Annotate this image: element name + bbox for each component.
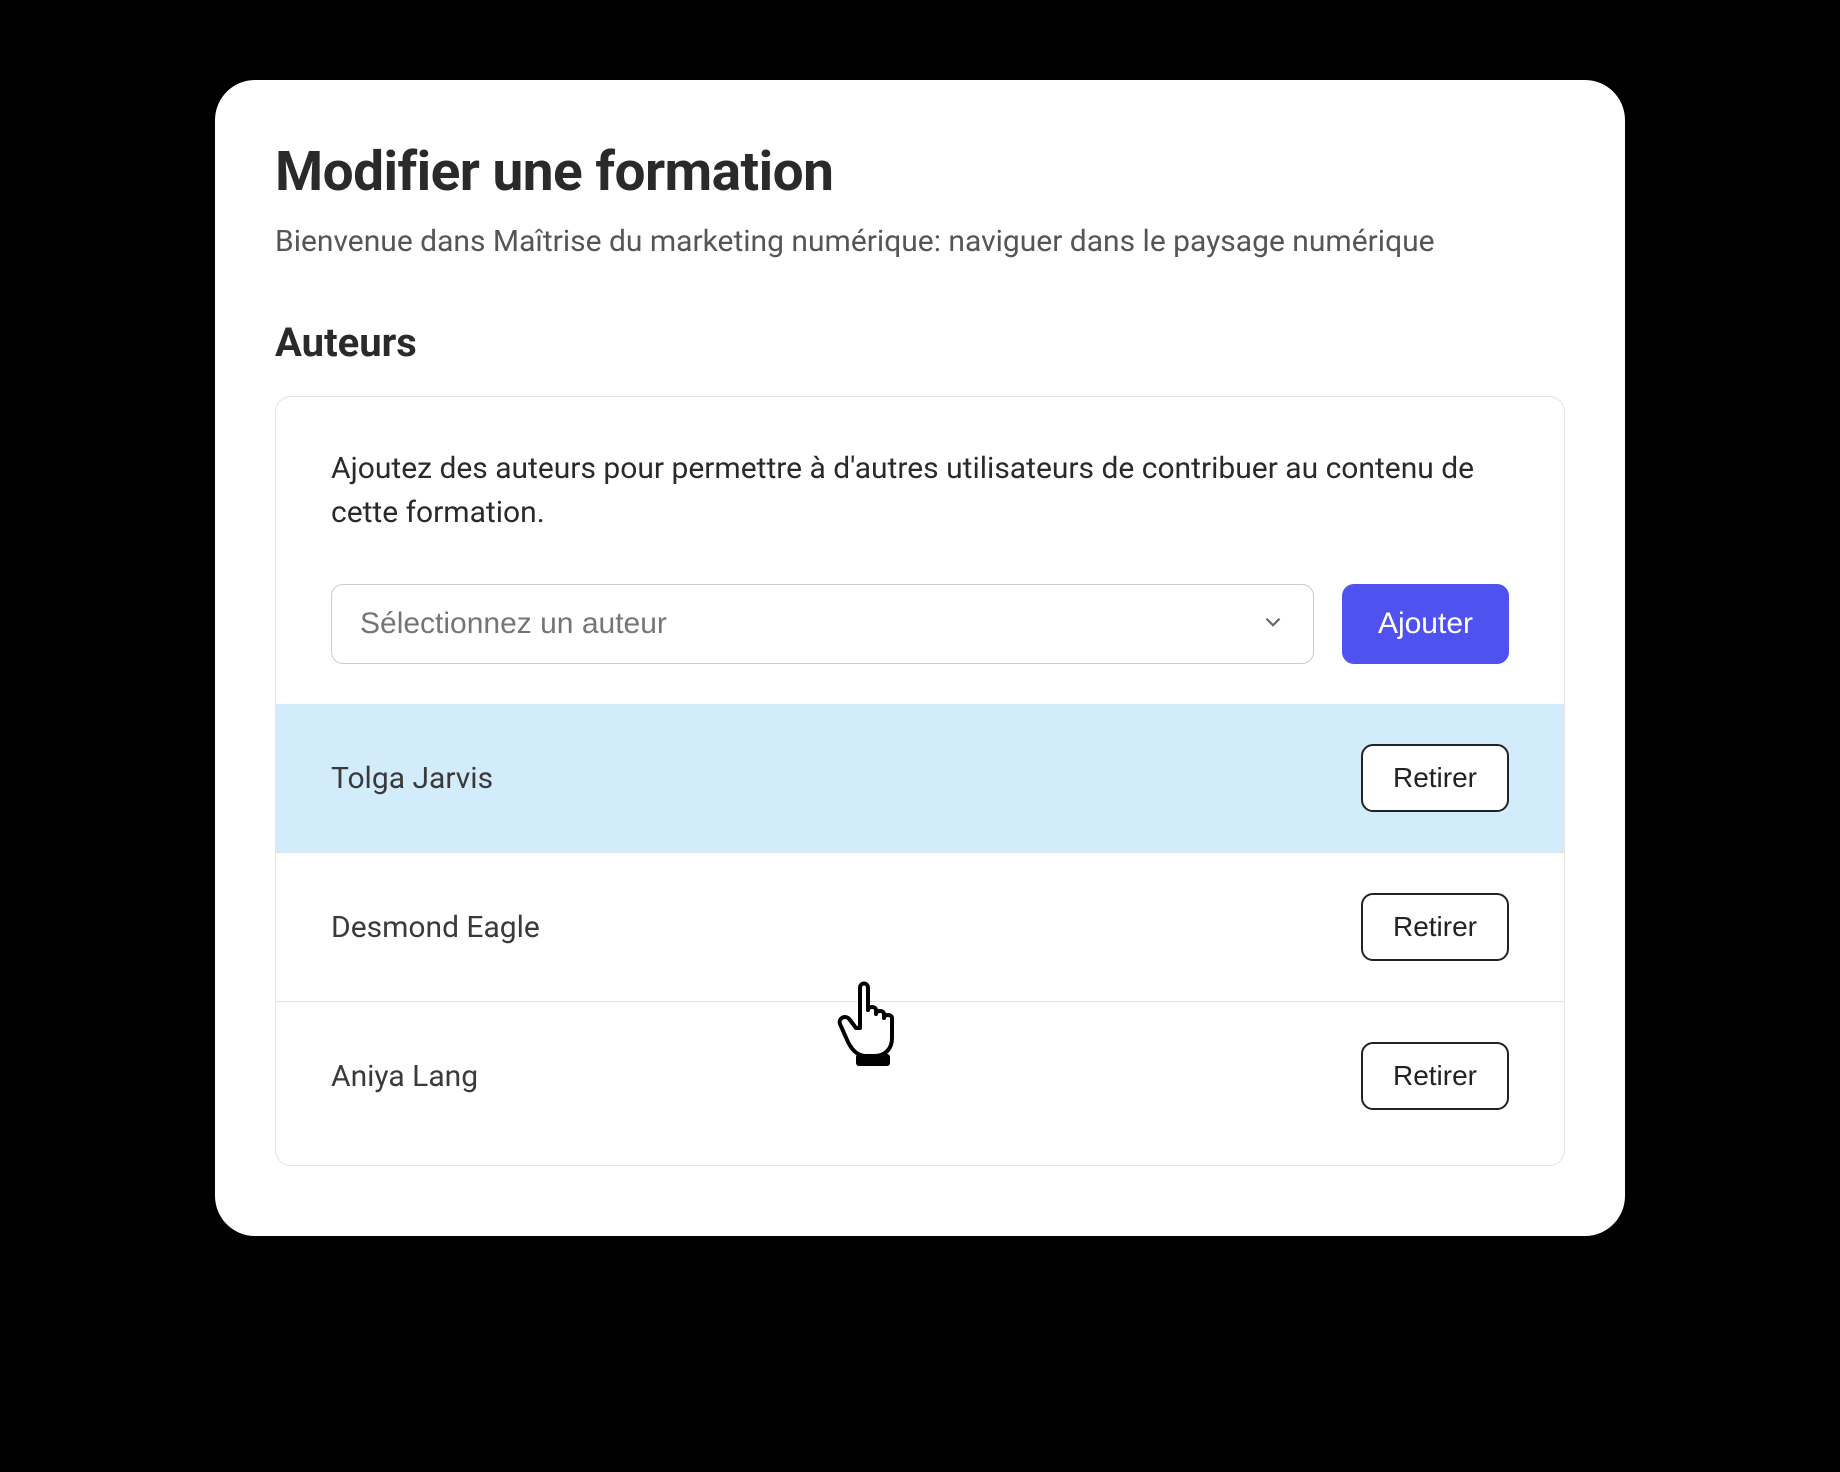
remove-author-button[interactable]: Retirer	[1361, 1042, 1509, 1110]
author-name: Desmond Eagle	[331, 910, 540, 945]
author-row[interactable]: Aniya Lang Retirer	[276, 1002, 1564, 1165]
remove-author-button[interactable]: Retirer	[1361, 893, 1509, 961]
author-select[interactable]	[331, 584, 1314, 664]
page-subtitle: Bienvenue dans Maîtrise du marketing num…	[275, 224, 1565, 259]
edit-course-card: Modifier une formation Bienvenue dans Ma…	[215, 80, 1625, 1236]
author-select-wrapper	[331, 584, 1314, 664]
author-row[interactable]: Tolga Jarvis Retirer	[276, 704, 1564, 853]
author-list: Tolga Jarvis Retirer Desmond Eagle Retir…	[276, 704, 1564, 1165]
author-name: Aniya Lang	[331, 1059, 478, 1094]
author-select-row: Ajouter	[331, 584, 1509, 664]
author-row[interactable]: Desmond Eagle Retirer	[276, 853, 1564, 1002]
authors-box: Ajoutez des auteurs pour permettre à d'a…	[275, 396, 1565, 1166]
page-title: Modifier une formation	[275, 140, 1565, 204]
add-author-button[interactable]: Ajouter	[1342, 584, 1509, 664]
authors-help-text: Ajoutez des auteurs pour permettre à d'a…	[331, 447, 1509, 534]
authors-section-title: Auteurs	[275, 319, 1565, 366]
remove-author-button[interactable]: Retirer	[1361, 744, 1509, 812]
author-name: Tolga Jarvis	[331, 761, 493, 796]
